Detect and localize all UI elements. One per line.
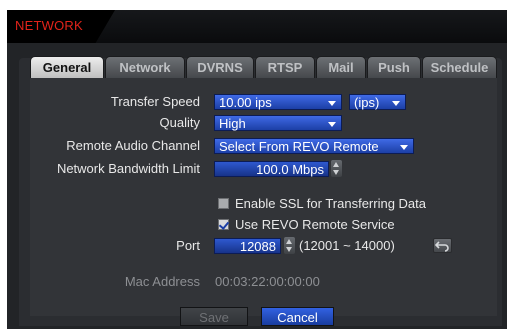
- port-range: (12001 ~ 14000): [299, 238, 395, 253]
- title-bar: NETWORK: [7, 10, 507, 43]
- transfer-speed-label: Transfer Speed: [110, 94, 200, 109]
- tab-schedule[interactable]: Schedule: [422, 56, 497, 78]
- port-label: Port: [176, 238, 200, 253]
- tab-general[interactable]: General: [30, 56, 104, 79]
- tab-network[interactable]: Network: [105, 56, 185, 78]
- dropdown-arrow-icon: [400, 145, 408, 150]
- dropdown-arrow-icon: [392, 101, 400, 106]
- mac-address-value: 00:03:22:00:00:00: [215, 274, 320, 289]
- transfer-speed-dropdown[interactable]: 10.00 ips: [214, 94, 342, 110]
- enable-ssl-label: Enable SSL for Transferring Data: [235, 196, 427, 211]
- port-reset-button[interactable]: [433, 238, 452, 253]
- cancel-button[interactable]: Cancel: [261, 307, 334, 326]
- speed-unit-dropdown[interactable]: (ips): [349, 94, 406, 110]
- port-input[interactable]: 12088: [214, 238, 281, 254]
- remote-audio-label: Remote Audio Channel: [66, 138, 200, 153]
- remote-audio-value: Select From REVO Remote: [219, 139, 379, 154]
- checkmark-icon: [218, 219, 230, 230]
- checkbox-box: [218, 219, 230, 230]
- tab-mail[interactable]: Mail: [316, 56, 366, 78]
- quality-label: Quality: [159, 115, 200, 130]
- mac-address-label: Mac Address: [124, 274, 200, 289]
- checkbox-box: [218, 198, 229, 209]
- tab-rtsp[interactable]: RTSP: [255, 56, 315, 78]
- tab-dvrns[interactable]: DVRNS: [186, 56, 254, 78]
- quality-value: High: [219, 116, 246, 131]
- dropdown-arrow-icon: [328, 101, 336, 106]
- save-button[interactable]: Save: [180, 307, 248, 326]
- window-title: NETWORK: [15, 18, 83, 33]
- use-revo-label: Use REVO Remote Service: [235, 217, 395, 232]
- remote-audio-dropdown[interactable]: Select From REVO Remote: [214, 138, 414, 154]
- reset-arrow-icon: [434, 241, 449, 252]
- dropdown-arrow-icon: [328, 122, 336, 127]
- bandwidth-input[interactable]: 100.0 Mbps: [214, 161, 329, 177]
- bandwidth-spinner-icon[interactable]: [331, 160, 342, 177]
- port-spinner-icon[interactable]: [284, 237, 295, 254]
- bandwidth-label: Network Bandwidth Limit: [56, 161, 200, 176]
- tab-push[interactable]: Push: [367, 56, 421, 78]
- quality-dropdown[interactable]: High: [214, 115, 342, 131]
- speed-unit-value: (ips): [354, 95, 380, 110]
- transfer-speed-value: 10.00 ips: [219, 95, 272, 110]
